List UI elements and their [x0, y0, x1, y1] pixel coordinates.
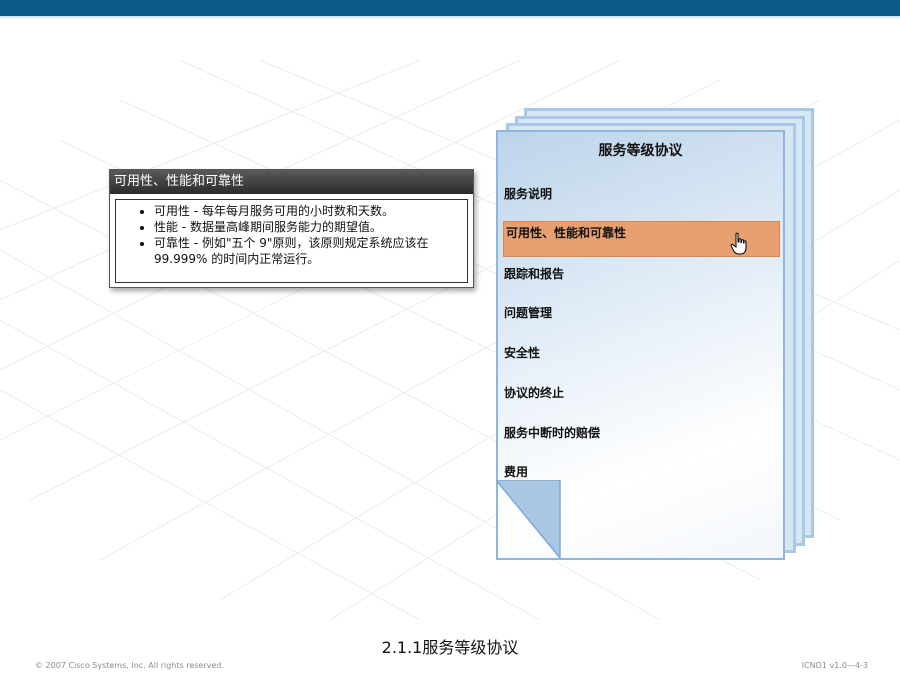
doc-item-service-description[interactable]: 服务说明 [504, 185, 552, 202]
callout-bullet-performance: 性能 - 数据量高峰期间服务能力的期望值。 [154, 219, 467, 235]
doc-item-fees[interactable]: 费用 [504, 463, 528, 480]
sla-document: 服务等级协议 服务说明 可用性、性能和可靠性 跟踪和报告 问题管理 安全性 协议… [496, 130, 785, 560]
doc-item-security[interactable]: 安全性 [504, 344, 540, 361]
slide-caption: 2.1.1服务等级协议 [381, 638, 519, 657]
callout-title: 可用性、性能和可靠性 [110, 170, 473, 194]
callout-box: 可用性、性能和可靠性 可用性 - 每年每月服务可用的小时数和天数。 性能 - 数… [109, 169, 474, 288]
top-bar [0, 0, 900, 16]
doc-item-termination[interactable]: 协议的终止 [504, 384, 564, 401]
callout-bullet-availability: 可用性 - 每年每月服务可用的小时数和天数。 [154, 203, 467, 219]
doc-item-compensation[interactable]: 服务中断时的赔偿 [504, 424, 600, 441]
copyright-footer: © 2007 Cisco Systems, Inc. All rights re… [35, 661, 224, 670]
doc-item-problem-management[interactable]: 问题管理 [504, 304, 552, 321]
doc-item-tracking-reporting[interactable]: 跟踪和报告 [504, 265, 564, 282]
page-fold [496, 480, 561, 559]
doc-item-availability[interactable]: 可用性、性能和可靠性 [503, 221, 780, 257]
page-id-footer: ICND1 v1.0—4-3 [801, 661, 868, 670]
hand-pointer-icon [730, 232, 747, 255]
doc-item-availability-label: 可用性、性能和可靠性 [506, 226, 627, 240]
callout-body: 可用性 - 每年每月服务可用的小时数和天数。 性能 - 数据量高峰期间服务能力的… [115, 199, 468, 283]
callout-bullet-list: 可用性 - 每年每月服务可用的小时数和天数。 性能 - 数据量高峰期间服务能力的… [116, 203, 467, 267]
top-bar-shine [0, 16, 900, 19]
callout-bullet-reliability: 可靠性 - 例如"五个 9"原则，该原则规定系统应该在 99.999% 的时间内… [154, 235, 467, 267]
document-title: 服务等级协议 [598, 143, 683, 159]
